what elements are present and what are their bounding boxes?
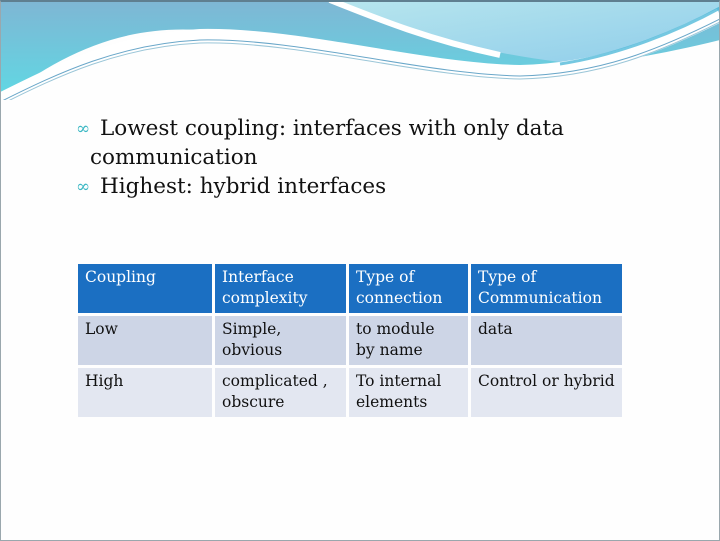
column-header-type-of-communication: Type of Communication (471, 264, 622, 313)
table-cell: Low (78, 316, 212, 365)
bullet-item: ∞ Highest: hybrid interfaces (76, 172, 636, 201)
bullet-text: Highest: hybrid interfaces (100, 174, 387, 199)
table-cell: Control or hybrid (471, 368, 622, 417)
column-header-coupling: Coupling (78, 264, 212, 313)
table-cell: data (471, 316, 622, 365)
table-cell: To internal elements (349, 368, 468, 417)
table-cell: to module by name (349, 316, 468, 365)
bullet-text-continuation: communication (90, 145, 258, 170)
table-row: High complicated , obscure To internal ele… (78, 368, 622, 417)
table-cell: complicated , obscure (215, 368, 346, 417)
header-wave-decoration (0, 0, 720, 100)
bullet-item: ∞ Lowest coupling: interfaces with only … (76, 114, 636, 172)
bullet-list: ∞ Lowest coupling: interfaces with only … (76, 114, 636, 201)
table-cell: Simple, obvious (215, 316, 346, 365)
table-cell: High (78, 368, 212, 417)
slide: ∞ Lowest coupling: interfaces with only … (0, 0, 720, 541)
table-row: Low Simple, obvious to module by name data (78, 316, 622, 365)
column-header-interface-complexity: Interface complexity (215, 264, 346, 313)
column-header-type-of-connection: Type of connection (349, 264, 468, 313)
table-header-row: Coupling Interface complexity Type of conn… (78, 264, 622, 313)
bullet-text: Lowest coupling: interfaces with only da… (100, 116, 564, 141)
coupling-table: Coupling Interface complexity Type of conn… (75, 261, 625, 420)
scroll-swirl-icon: ∞ (76, 119, 91, 139)
scroll-swirl-icon: ∞ (76, 177, 91, 197)
